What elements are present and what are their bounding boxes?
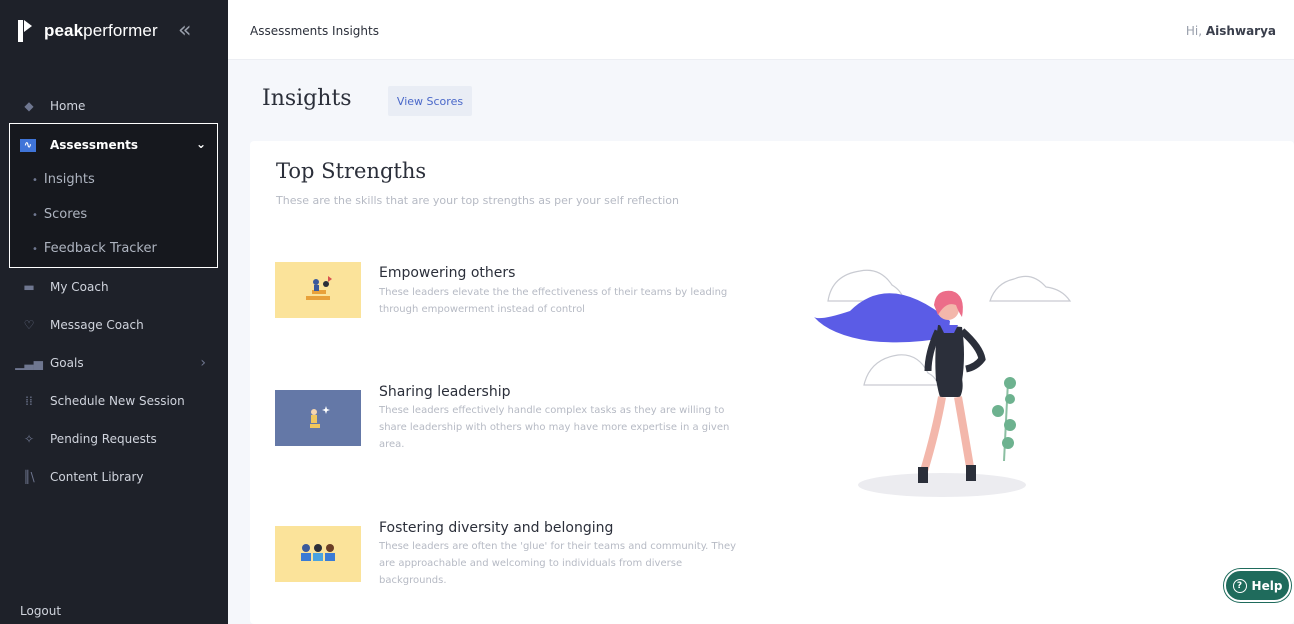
sidebar-item-schedule-new-session[interactable]: ⁞⁞ Schedule New Session	[0, 386, 228, 416]
sidebar-item-label: My Coach	[50, 280, 109, 294]
empowering-illustration-icon	[275, 262, 361, 318]
bullet-icon: •	[32, 244, 38, 255]
page-title: Insights	[262, 86, 352, 111]
diversity-illustration-icon	[275, 526, 361, 582]
top-strengths-card: Top Strengths These are the skills that …	[250, 141, 1294, 624]
sidebar-item-assessments[interactable]: ∿ Assessments ⌄	[10, 132, 216, 158]
sidebar-item-label: Content Library	[50, 470, 144, 484]
sidebar-item-label: Message Coach	[50, 318, 144, 332]
help-label: Help	[1251, 578, 1283, 593]
chevron-down-icon: ⌄	[195, 137, 206, 151]
sidebar-item-home[interactable]: ◆ Home	[0, 91, 228, 121]
view-scores-button[interactable]: View Scores	[388, 86, 472, 116]
top-bar: Assessments Insights Hi, Aishwarya	[228, 0, 1294, 60]
sidebar-item-label: Goals	[50, 356, 84, 370]
coach-icon: ▬	[23, 280, 35, 294]
card-subtitle: These are the skills that are your top s…	[276, 194, 679, 207]
strength-title: Empowering others	[379, 265, 516, 281]
sidebar-item-label: Assessments	[50, 138, 139, 152]
sidebar-subitem-label: Feedback Tracker	[43, 241, 157, 256]
collapse-sidebar-icon[interactable]: «	[178, 18, 191, 43]
help-circle-icon: ?	[1232, 578, 1247, 593]
sidebar-subitem-insights[interactable]: • Insights	[32, 172, 95, 187]
sidebar-subitem-feedback-tracker[interactable]: • Feedback Tracker	[32, 241, 157, 256]
pulse-icon: ∿	[20, 138, 36, 152]
bar-chart-icon: ▁▃▅	[15, 356, 43, 370]
brand-logo[interactable]: peakperformer	[18, 20, 158, 42]
strength-description: These leaders elevate the the effectiven…	[379, 287, 728, 315]
chat-icon: ♡	[23, 318, 35, 332]
user-name: Aishwarya	[1205, 24, 1276, 38]
logo-icon	[18, 20, 34, 42]
sidebar-item-label: Home	[50, 99, 86, 113]
diamond-icon: ◆	[24, 99, 34, 113]
library-icon: ║\	[23, 470, 35, 484]
sidebar-subitem-label: Insights	[43, 172, 95, 187]
brand-name: peakperformer	[44, 21, 158, 40]
sidebar-item-goals[interactable]: ▁▃▅ Goals ›	[0, 348, 228, 378]
sidebar-item-pending-requests[interactable]: ✧ Pending Requests	[0, 424, 228, 454]
user-greeting[interactable]: Hi, Aishwarya	[1186, 24, 1276, 38]
chevron-right-icon: ›	[200, 355, 206, 371]
sidebar: peakperformer « ◆ Home ∿ Assessments ⌄ •…	[0, 0, 228, 624]
logout-link[interactable]: Logout	[20, 604, 61, 618]
sidebar-subitem-label: Scores	[43, 207, 88, 222]
bullet-icon: •	[32, 175, 38, 186]
sidebar-item-content-library[interactable]: ║\ Content Library	[0, 462, 228, 492]
sidebar-item-label: Pending Requests	[50, 432, 157, 446]
strength-title: Sharing leadership	[379, 384, 511, 400]
card-title: Top Strengths	[276, 159, 427, 183]
help-button[interactable]: ? Help	[1224, 569, 1291, 602]
sidebar-item-my-coach[interactable]: ▬ My Coach	[0, 272, 228, 302]
breadcrumb: Assessments Insights	[250, 24, 379, 38]
bullet-icon: •	[32, 210, 38, 221]
strength-title: Fostering diversity and belonging	[379, 520, 614, 536]
sidebar-item-label: Schedule New Session	[50, 394, 185, 408]
strength-description: These leaders are often the 'glue' for t…	[379, 541, 737, 586]
sidebar-item-message-coach[interactable]: ♡ Message Coach	[0, 310, 228, 340]
sharing-illustration-icon	[275, 390, 361, 446]
assessments-group: ∿ Assessments ⌄ • Insights • Scores • Feedb…	[9, 123, 218, 268]
strength-description: These leaders effectively handle complex…	[379, 405, 730, 450]
calendar-icon: ⁞⁞	[25, 394, 33, 408]
superhero-illustration	[814, 269, 1072, 497]
requests-icon: ✧	[23, 432, 35, 446]
sidebar-subitem-scores[interactable]: • Scores	[32, 207, 87, 222]
